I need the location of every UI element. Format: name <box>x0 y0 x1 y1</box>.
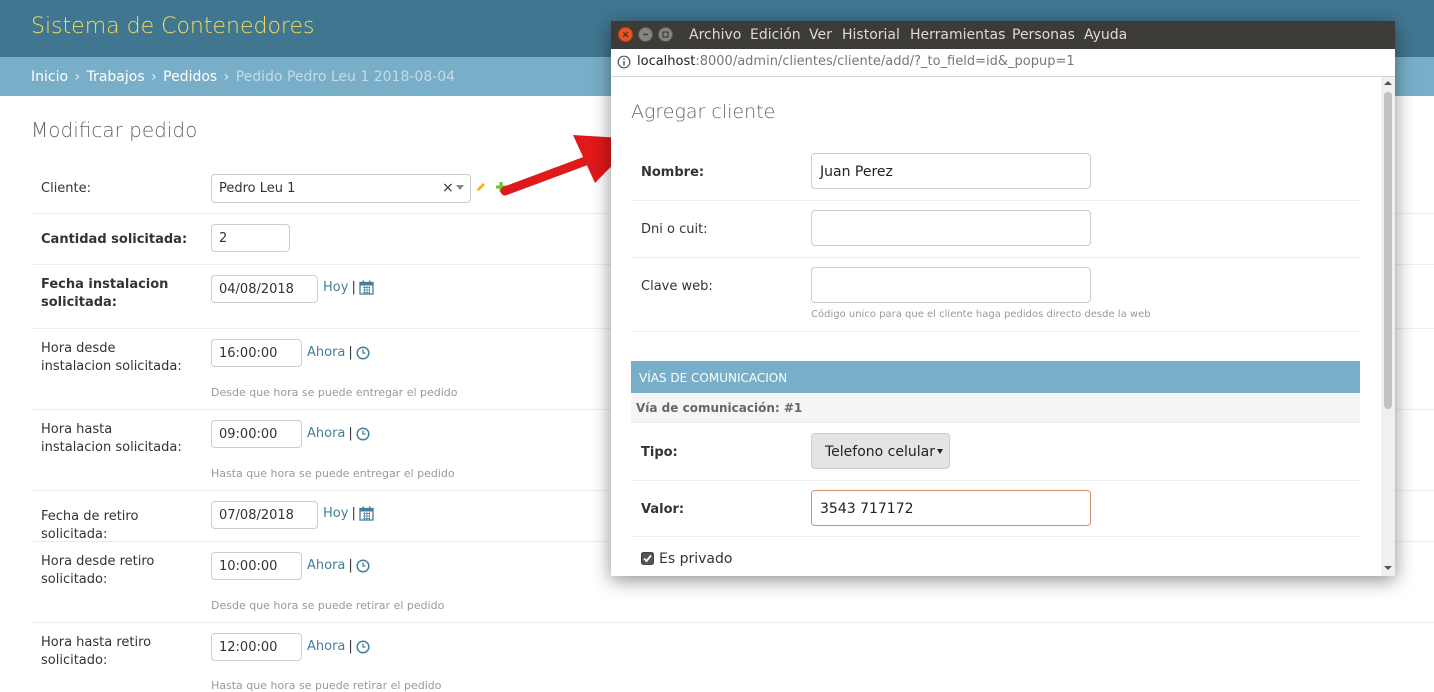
breadcrumb-pedidos[interactable]: Pedidos <box>163 69 217 85</box>
hoy-link[interactable]: Hoy <box>323 280 348 295</box>
cliente-label: Cliente: <box>41 181 92 196</box>
ahora-link[interactable]: Ahora <box>307 639 345 654</box>
separator-bar: | <box>348 558 353 573</box>
info-icon[interactable] <box>617 55 631 69</box>
hoy-link[interactable]: Hoy <box>323 506 348 521</box>
tipo-label: Tipo: <box>641 445 678 460</box>
ahora-link[interactable]: Ahora <box>307 558 345 573</box>
menu-ver[interactable]: Ver <box>809 27 832 43</box>
hora-desde-retiro-help: Desde que hora se puede retirar el pedid… <box>211 599 445 612</box>
url-bar[interactable]: localhost:8000/admin/clientes/cliente/ad… <box>611 49 1395 77</box>
scroll-down-icon[interactable] <box>1384 565 1392 571</box>
hora-hasta-retiro-label: Hora hasta retiro solicitado: <box>41 635 152 668</box>
pencil-icon[interactable] <box>475 181 487 193</box>
clock-icon[interactable] <box>356 639 370 654</box>
ahora-link[interactable]: Ahora <box>307 426 345 441</box>
breadcrumb-separator: › <box>223 69 230 85</box>
menu-archivo[interactable]: Archivo <box>689 27 741 43</box>
form-row-nombre: Nombre: Juan Perez <box>631 144 1360 201</box>
form-row-dni: Dni o cuit: <box>631 201 1360 258</box>
fecha-retiro-label: Fecha de retiro solicitada: <box>41 509 139 542</box>
form-row-tipo: Tipo: Telefono celular <box>631 423 1360 481</box>
menu-historial[interactable]: Historial <box>842 27 900 43</box>
cantidad-label: Cantidad solicitada: <box>41 232 188 247</box>
scroll-up-icon[interactable] <box>1384 80 1392 86</box>
clave-web-help: Código unico para que el cliente haga pe… <box>811 309 1151 320</box>
privado-checkbox[interactable] <box>641 552 654 565</box>
window-minimize-button[interactable] <box>638 27 653 42</box>
hora-hasta-retiro-input[interactable]: 12:00:00 <box>211 633 302 661</box>
inline-title: Vía de comunicación: #1 <box>636 401 803 415</box>
clock-icon[interactable] <box>356 558 370 573</box>
hora-desde-instalacion-label: Hora desde instalacion solicitada: <box>41 341 182 374</box>
separator-bar: | <box>348 639 353 654</box>
hora-hasta-instalacion-help: Hasta que hora se puede entregar el pedi… <box>211 467 455 480</box>
scroll-thumb[interactable] <box>1384 92 1392 409</box>
hora-desde-instalacion-help: Desde que hora se puede entregar el pedi… <box>211 386 458 399</box>
form-row-hora-hasta-retiro: Hora hasta retiro solicitado: 12:00:00 A… <box>31 623 1434 692</box>
url-path: :8000/admin/clientes/cliente/add/?_to_fi… <box>695 54 1075 69</box>
section-header: VÍAS DE COMUNICACION <box>631 361 1360 393</box>
dni-input[interactable] <box>811 210 1091 246</box>
menu-personas[interactable]: Personas <box>1012 27 1075 43</box>
clock-icon[interactable] <box>356 426 370 441</box>
chevron-down-icon[interactable] <box>456 185 464 190</box>
menu-edicion[interactable]: Edición <box>750 27 801 43</box>
breadcrumb-trabajos[interactable]: Trabajos <box>87 69 145 85</box>
valor-input[interactable]: 3543 717172 <box>811 490 1091 526</box>
fecha-retiro-input[interactable]: 07/08/2018 <box>211 501 318 529</box>
menu-ayuda[interactable]: Ayuda <box>1084 27 1127 43</box>
breadcrumb-separator: › <box>74 69 81 85</box>
hora-hasta-instalacion-input[interactable]: 09:00:00 <box>211 420 302 448</box>
separator-bar: | <box>351 506 356 521</box>
breadcrumb-separator: › <box>151 69 157 85</box>
calendar-icon[interactable] <box>359 506 374 521</box>
cantidad-input[interactable]: 2 <box>211 224 290 252</box>
nombre-label: Nombre: <box>641 165 705 180</box>
tipo-select[interactable]: Telefono celular <box>811 433 950 469</box>
window-titlebar: Archivo Edición Ver Historial Herramient… <box>611 21 1395 49</box>
hora-desde-instalacion-input[interactable]: 16:00:00 <box>211 339 302 367</box>
separator-bar: | <box>351 280 356 295</box>
calendar-icon[interactable] <box>359 280 374 295</box>
section-title: VÍAS DE COMUNICACION <box>639 371 788 385</box>
hora-hasta-instalacion-label: Hora hasta instalacion solicitada: <box>41 422 182 455</box>
popup-title: Agregar cliente <box>631 101 776 123</box>
fecha-instalacion-input[interactable]: 04/08/2018 <box>211 275 318 303</box>
cliente-select[interactable]: Pedro Leu 1 × <box>211 174 471 203</box>
site-branding[interactable]: Sistema de Contenedores <box>31 14 315 39</box>
chevron-down-icon[interactable] <box>937 449 943 454</box>
ahora-link[interactable]: Ahora <box>307 345 345 360</box>
privado-label: Es privado <box>659 551 733 567</box>
popup-window: Archivo Edición Ver Historial Herramient… <box>611 21 1395 576</box>
clear-icon[interactable]: × <box>442 180 454 196</box>
form-row-clave-web: Clave web: Código unico para que el clie… <box>631 258 1360 332</box>
fecha-instalacion-label: Fecha instalacion solicitada: <box>41 277 169 310</box>
url-text[interactable]: localhost:8000/admin/clientes/cliente/ad… <box>637 54 1075 69</box>
popup-content: Agregar cliente Nombre: Juan Perez Dni o… <box>611 77 1381 576</box>
form-row-valor: Valor: 3543 717172 <box>631 481 1360 537</box>
popup-scrollbar[interactable] <box>1381 77 1395 576</box>
inline-header: Vía de comunicación: #1 <box>631 393 1360 423</box>
cliente-value: Pedro Leu 1 <box>219 181 296 196</box>
hora-desde-retiro-label: Hora desde retiro solicitado: <box>41 554 155 587</box>
page-title: Modificar pedido <box>31 118 198 142</box>
dni-label: Dni o cuit: <box>641 222 708 237</box>
valor-label: Valor: <box>641 502 685 517</box>
hora-desde-retiro-input[interactable]: 10:00:00 <box>211 552 302 580</box>
breadcrumb-inicio[interactable]: Inicio <box>31 69 68 85</box>
separator-bar: | <box>348 426 353 441</box>
url-host: localhost <box>637 54 696 69</box>
clock-icon[interactable] <box>356 345 370 360</box>
menu-herramientas[interactable]: Herramientas <box>910 27 1005 43</box>
clave-web-label: Clave web: <box>641 279 713 294</box>
clave-web-input[interactable] <box>811 267 1091 303</box>
separator-bar: | <box>348 345 353 360</box>
window-maximize-button[interactable] <box>658 27 673 42</box>
breadcrumb-current: Pedido Pedro Leu 1 2018-08-04 <box>235 69 456 85</box>
nombre-input[interactable]: Juan Perez <box>811 153 1091 189</box>
window-close-button[interactable] <box>618 27 633 42</box>
tipo-value: Telefono celular <box>825 444 935 460</box>
